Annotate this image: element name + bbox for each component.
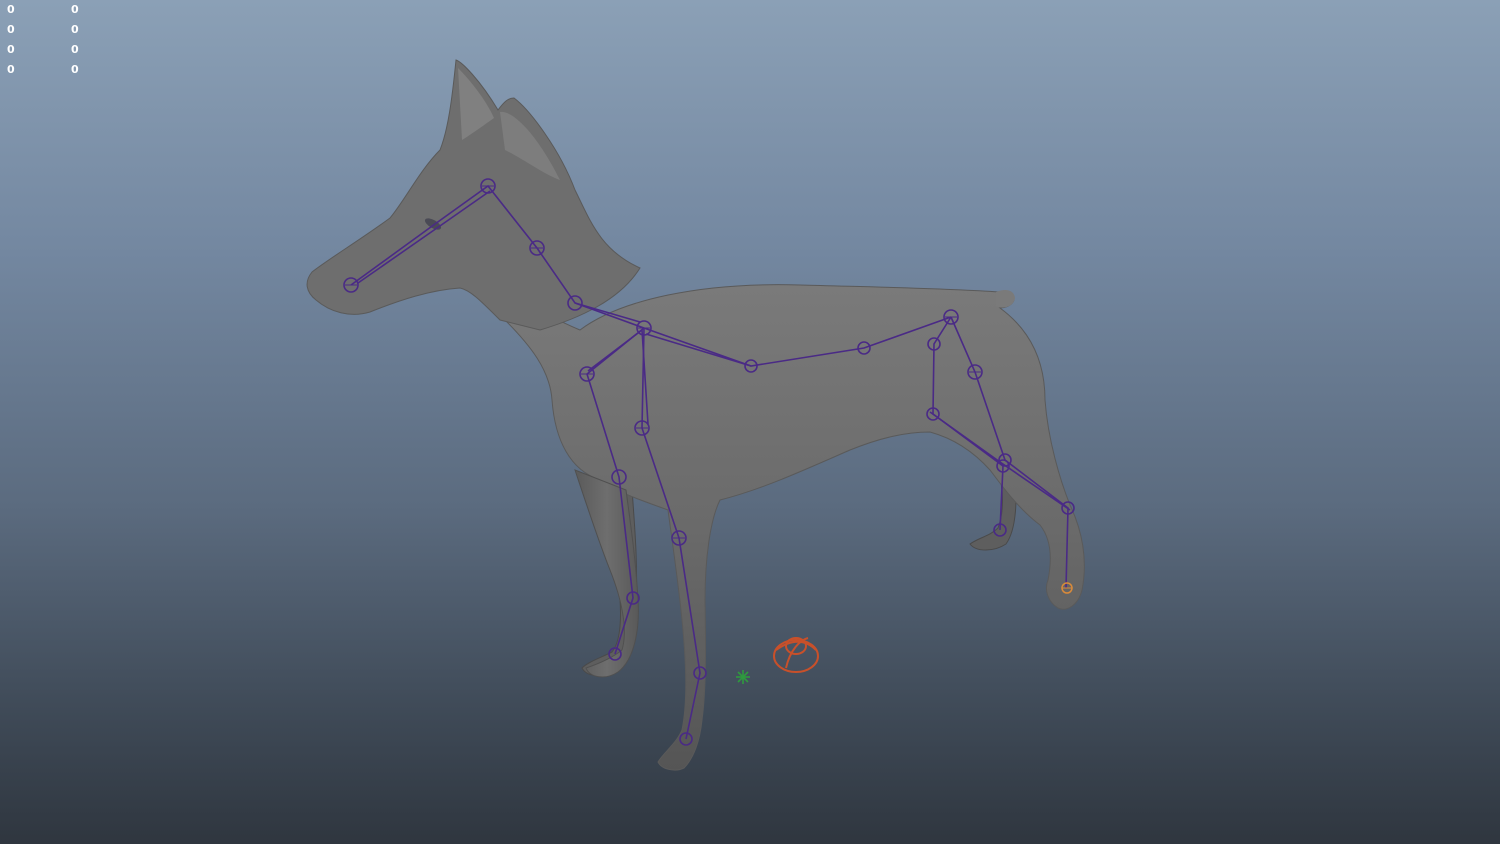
pivot-locator-icon[interactable]	[736, 670, 750, 684]
viewport-3d[interactable]: 0 0 0 0 0 0 0 0	[0, 0, 1500, 844]
dog-mesh[interactable]	[306, 59, 1085, 771]
controller-handle-icon[interactable]	[773, 637, 819, 673]
dog-tail	[996, 290, 1015, 308]
scene-canvas[interactable]	[0, 0, 1500, 844]
